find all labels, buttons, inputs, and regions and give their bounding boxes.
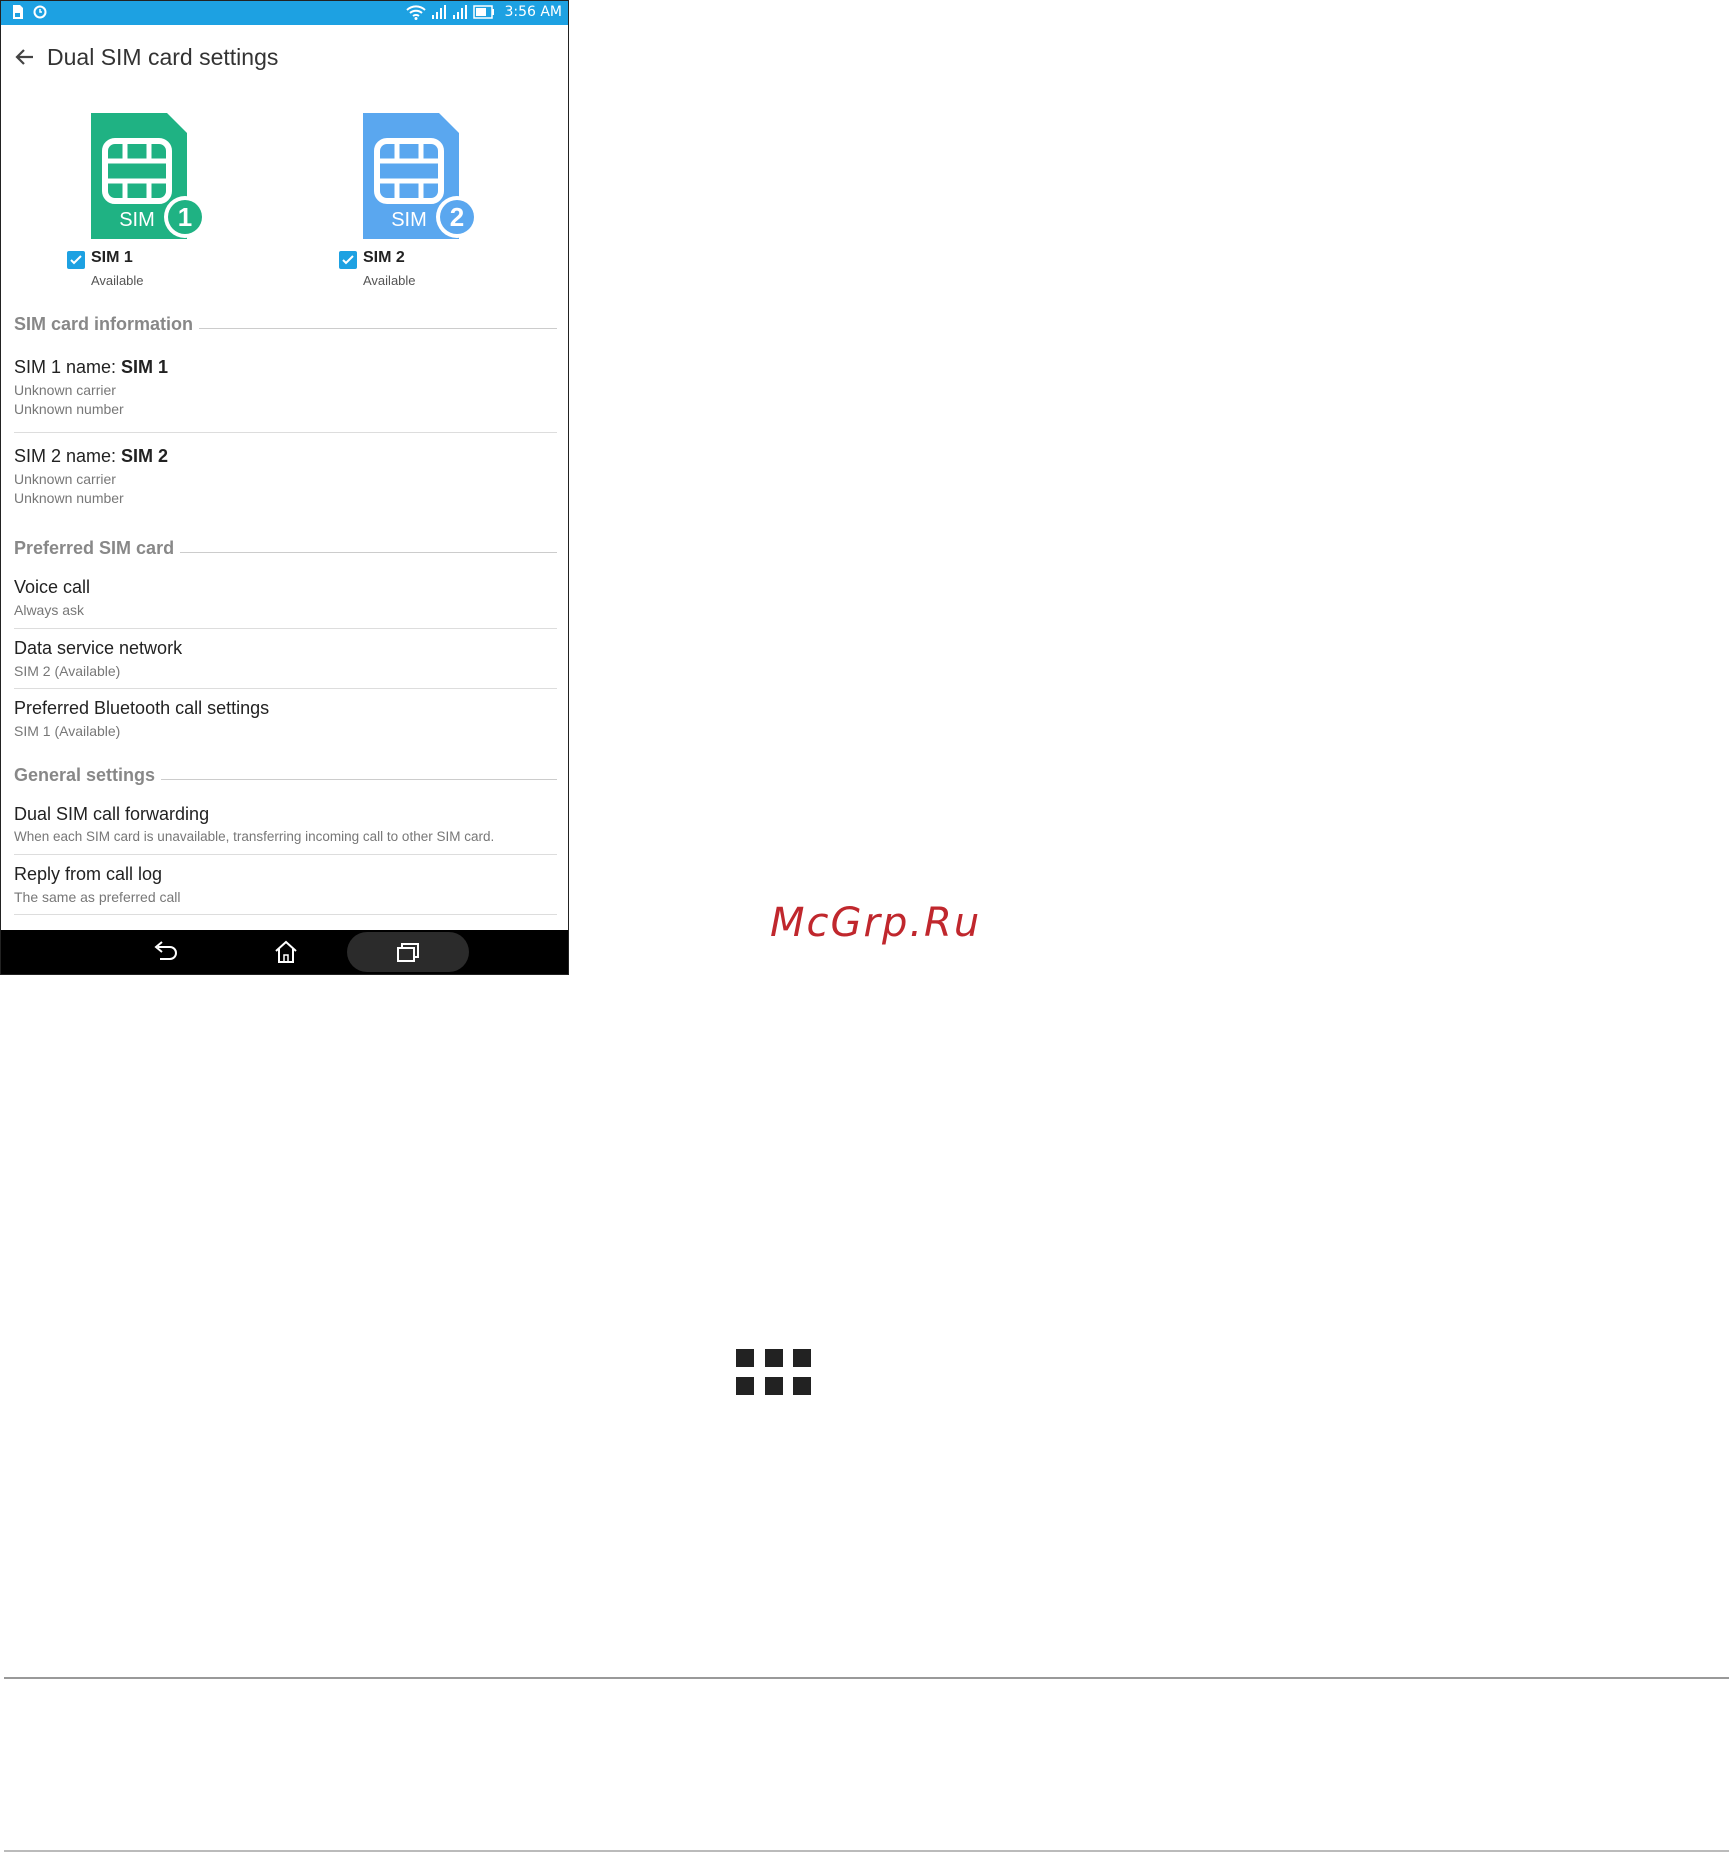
- sim2-label: SIM 2: [363, 249, 405, 266]
- item-subtitle: SIM 1 (Available): [14, 723, 121, 739]
- battery-icon: [473, 5, 495, 19]
- sim-card-1: SIM 1 SIM 1 Available: [67, 111, 247, 291]
- sim2-status: Available: [363, 273, 416, 288]
- section-header-preferred: Preferred SIM card: [14, 538, 557, 559]
- item-title: Preferred Bluetooth call settings: [14, 698, 270, 718]
- phone-screenshot: 3:56 AM Dual SIM card settings SIM 1 SIM…: [0, 0, 569, 975]
- item-subtitle: SIM 2 (Available): [14, 663, 121, 679]
- recents-button[interactable]: [384, 930, 432, 974]
- item-carrier: Unknown carrier: [14, 382, 116, 398]
- list-item-sim1-name[interactable]: SIM 1 name: SIM 1 Unknown carrier Unknow…: [14, 357, 557, 417]
- back-button[interactable]: [141, 930, 189, 974]
- sim1-checkbox[interactable]: [67, 251, 85, 269]
- section-header-label: SIM card information: [14, 314, 194, 334]
- sim2-checkbox[interactable]: [339, 251, 357, 269]
- sim-card-text: SIM: [391, 209, 427, 231]
- item-subtitle: The same as preferred call: [14, 889, 181, 905]
- divider: [14, 854, 557, 855]
- section-header-general: General settings: [14, 765, 557, 786]
- sim1-status: Available: [91, 273, 144, 288]
- sim-number-badge: 2: [450, 202, 464, 232]
- divider: [14, 914, 557, 915]
- home-icon: [275, 940, 297, 963]
- page-title: Dual SIM card settings: [47, 44, 279, 70]
- list-item-sim2-name[interactable]: SIM 2 name: SIM 2 Unknown carrier Unknow…: [14, 446, 557, 506]
- item-title-value: SIM 1: [121, 357, 169, 377]
- status-bar: 3:56 AM: [1, 1, 568, 25]
- signal-sim1-icon: [432, 5, 447, 19]
- apps-grid-icon: [736, 1349, 812, 1397]
- page-divider: [4, 1677, 1729, 1679]
- item-title: Reply from call log: [14, 864, 163, 884]
- notification-file-icon: [13, 5, 23, 19]
- item-number: Unknown number: [14, 490, 124, 506]
- item-title: Voice call: [14, 577, 91, 597]
- list-item-reply-from-call-log[interactable]: Reply from call log The same as preferre…: [14, 864, 557, 905]
- section-header-sim-info: SIM card information: [14, 314, 557, 335]
- divider: [14, 432, 557, 433]
- back-arrow-icon[interactable]: [13, 45, 37, 69]
- item-title-prefix: SIM 1 name:: [14, 357, 122, 377]
- item-title: Data service network: [14, 638, 183, 658]
- sim-card-text: SIM: [119, 209, 155, 231]
- item-subtitle: When each SIM card is unavailable, trans…: [14, 829, 495, 844]
- sim-number-badge: 1: [178, 202, 192, 232]
- sim1-label: SIM 1: [91, 249, 133, 266]
- item-subtitle: Always ask: [14, 602, 85, 618]
- watermark: McGrp.Ru: [770, 900, 982, 946]
- item-title-value: SIM 2: [121, 446, 169, 466]
- navigation-bar: [1, 930, 568, 974]
- divider: [14, 688, 557, 689]
- page-divider: [4, 1850, 1729, 1852]
- section-header-label: General settings: [14, 765, 156, 785]
- wifi-icon: [406, 5, 427, 20]
- list-item-data-service-network[interactable]: Data service network SIM 2 (Available): [14, 638, 557, 679]
- sync-icon: [33, 5, 47, 19]
- check-icon: [70, 255, 82, 265]
- item-title: Dual SIM call forwarding: [14, 804, 210, 824]
- sim-card-icon: SIM 2: [363, 113, 478, 239]
- list-item-voice-call[interactable]: Voice call Always ask: [14, 577, 557, 618]
- divider: [14, 628, 557, 629]
- sim-card-2: SIM 2 SIM 2 Available: [339, 111, 519, 291]
- list-item-bluetooth-call[interactable]: Preferred Bluetooth call settings SIM 1 …: [14, 698, 557, 739]
- item-number: Unknown number: [14, 401, 124, 417]
- item-title-prefix: SIM 2 name:: [14, 446, 122, 466]
- sim-card-icon: SIM 1: [91, 113, 206, 239]
- list-item-dual-sim-call-forwarding[interactable]: Dual SIM call forwarding When each SIM c…: [14, 804, 557, 844]
- item-carrier: Unknown carrier: [14, 471, 116, 487]
- check-icon: [342, 255, 354, 265]
- section-header-label: Preferred SIM card: [14, 538, 175, 558]
- home-button[interactable]: [262, 930, 310, 974]
- back-icon: [154, 941, 177, 960]
- signal-sim2-icon: [453, 5, 468, 19]
- recents-icon: [397, 943, 419, 962]
- status-time: 3:56 AM: [504, 4, 562, 20]
- app-bar: Dual SIM card settings: [1, 25, 568, 89]
